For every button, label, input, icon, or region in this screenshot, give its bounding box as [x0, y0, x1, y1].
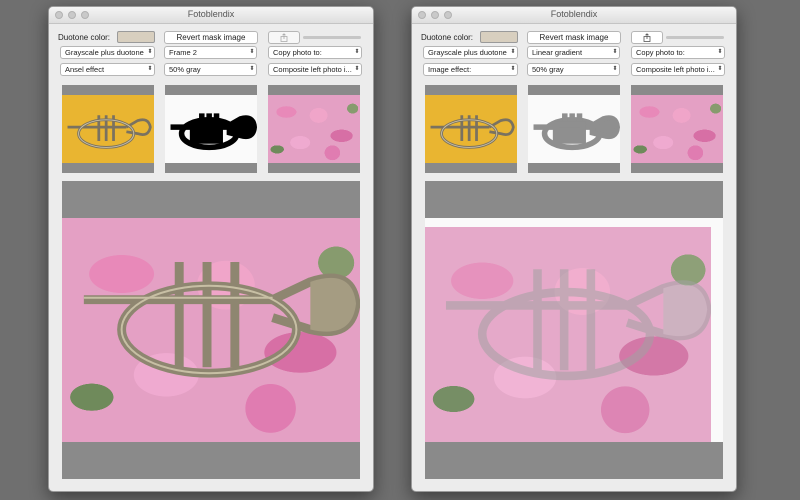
mask-photo-well[interactable] [528, 85, 620, 173]
mask-photo-well[interactable] [165, 85, 257, 173]
gray-level-popup[interactable]: 50% gray ⬍ [164, 63, 257, 76]
copy-photo-popup[interactable]: Copy photo to: ⬍ [631, 46, 725, 59]
composite-result-image [425, 227, 711, 442]
revert-mask-button[interactable]: Revert mask image [527, 31, 621, 44]
right-photo-flowers [268, 95, 360, 163]
composite-popup[interactable]: Composite left photo i... ⬍ [268, 63, 362, 76]
fotoblendix-window-left: Fotoblendix Duotone color: Revert mask i… [48, 6, 374, 492]
gray-level-popup-value: 50% gray [169, 65, 201, 74]
up-down-arrows-icon: ⬍ [147, 66, 153, 72]
frame-popup-value: Frame 2 [169, 48, 197, 57]
fotoblendix-window-right: Fotoblendix Duotone color: Revert mask i… [411, 6, 737, 492]
gray-level-popup[interactable]: 50% gray ⬍ [527, 63, 620, 76]
mode-popup[interactable]: Grayscale plus duotone ⬍ [60, 46, 155, 59]
trumpet-image [430, 115, 515, 149]
mask-image [528, 95, 620, 163]
mask-image [165, 95, 257, 163]
composite-popup-value: Composite left photo i... [636, 65, 715, 74]
trumpet-silhouette-image [170, 113, 257, 151]
up-down-arrows-icon: ⬍ [147, 49, 153, 55]
duotone-color-label: Duotone color: [421, 33, 474, 42]
mode-popup-value: Grayscale plus duotone [65, 48, 144, 57]
composite-result-image [62, 218, 360, 442]
up-down-arrows-icon: ⬍ [612, 49, 618, 55]
up-down-arrows-icon: ⬍ [510, 66, 516, 72]
composite-preview [425, 181, 723, 479]
right-photo-well[interactable] [268, 85, 360, 173]
composite-preview [62, 181, 360, 479]
composite-popup-value: Composite left photo i... [273, 65, 352, 74]
copy-photo-popup[interactable]: Copy photo to: ⬍ [268, 46, 362, 59]
left-photo-trumpet [62, 95, 154, 163]
share-icon [280, 33, 288, 42]
mode-popup[interactable]: Grayscale plus duotone ⬍ [423, 46, 518, 59]
window-title: Fotoblendix [550, 9, 598, 19]
duotone-color-well[interactable] [480, 31, 518, 43]
effect-popup[interactable]: Image effect: ⬍ [423, 63, 518, 76]
gray-level-popup-value: 50% gray [532, 65, 564, 74]
duotone-color-well[interactable] [117, 31, 155, 43]
composited-trumpet-image [83, 261, 360, 378]
opacity-slider[interactable] [666, 36, 724, 39]
left-photo-trumpet [425, 95, 517, 163]
title-bar[interactable]: Fotoblendix [412, 7, 736, 24]
up-down-arrows-icon: ⬍ [717, 49, 723, 55]
up-down-arrows-icon: ⬍ [354, 66, 360, 72]
duotone-color-label: Duotone color: [58, 33, 111, 42]
left-photo-well[interactable] [425, 85, 517, 173]
copy-photo-popup-value: Copy photo to: [636, 48, 685, 57]
share-button[interactable] [268, 31, 300, 44]
up-down-arrows-icon: ⬍ [510, 49, 516, 55]
up-down-arrows-icon: ⬍ [717, 66, 723, 72]
frame-popup[interactable]: Linear gradient ⬍ [527, 46, 620, 59]
up-down-arrows-icon: ⬍ [612, 66, 618, 72]
share-icon [643, 33, 651, 42]
up-down-arrows-icon: ⬍ [249, 66, 255, 72]
title-bar[interactable]: Fotoblendix [49, 7, 373, 24]
copy-photo-popup-value: Copy photo to: [273, 48, 322, 57]
frame-popup[interactable]: Frame 2 ⬍ [164, 46, 257, 59]
share-button[interactable] [631, 31, 663, 44]
window-title: Fotoblendix [187, 9, 235, 19]
trumpet-image [67, 115, 152, 149]
right-photo-well[interactable] [631, 85, 723, 173]
effect-popup-value: Image effect: [428, 65, 472, 74]
left-photo-well[interactable] [62, 85, 154, 173]
right-photo-flowers [631, 95, 723, 163]
up-down-arrows-icon: ⬍ [249, 49, 255, 55]
composite-result-background [425, 218, 723, 442]
opacity-slider[interactable] [303, 36, 361, 39]
composited-trumpet-image [445, 269, 711, 381]
mode-popup-value: Grayscale plus duotone [428, 48, 507, 57]
effect-popup-value: Ansel effect [65, 65, 105, 74]
composite-popup[interactable]: Composite left photo i... ⬍ [631, 63, 725, 76]
effect-popup[interactable]: Ansel effect ⬍ [60, 63, 155, 76]
revert-mask-button[interactable]: Revert mask image [164, 31, 258, 44]
trumpet-gray-mask-image [533, 113, 620, 151]
frame-popup-value: Linear gradient [532, 48, 583, 57]
up-down-arrows-icon: ⬍ [354, 49, 360, 55]
